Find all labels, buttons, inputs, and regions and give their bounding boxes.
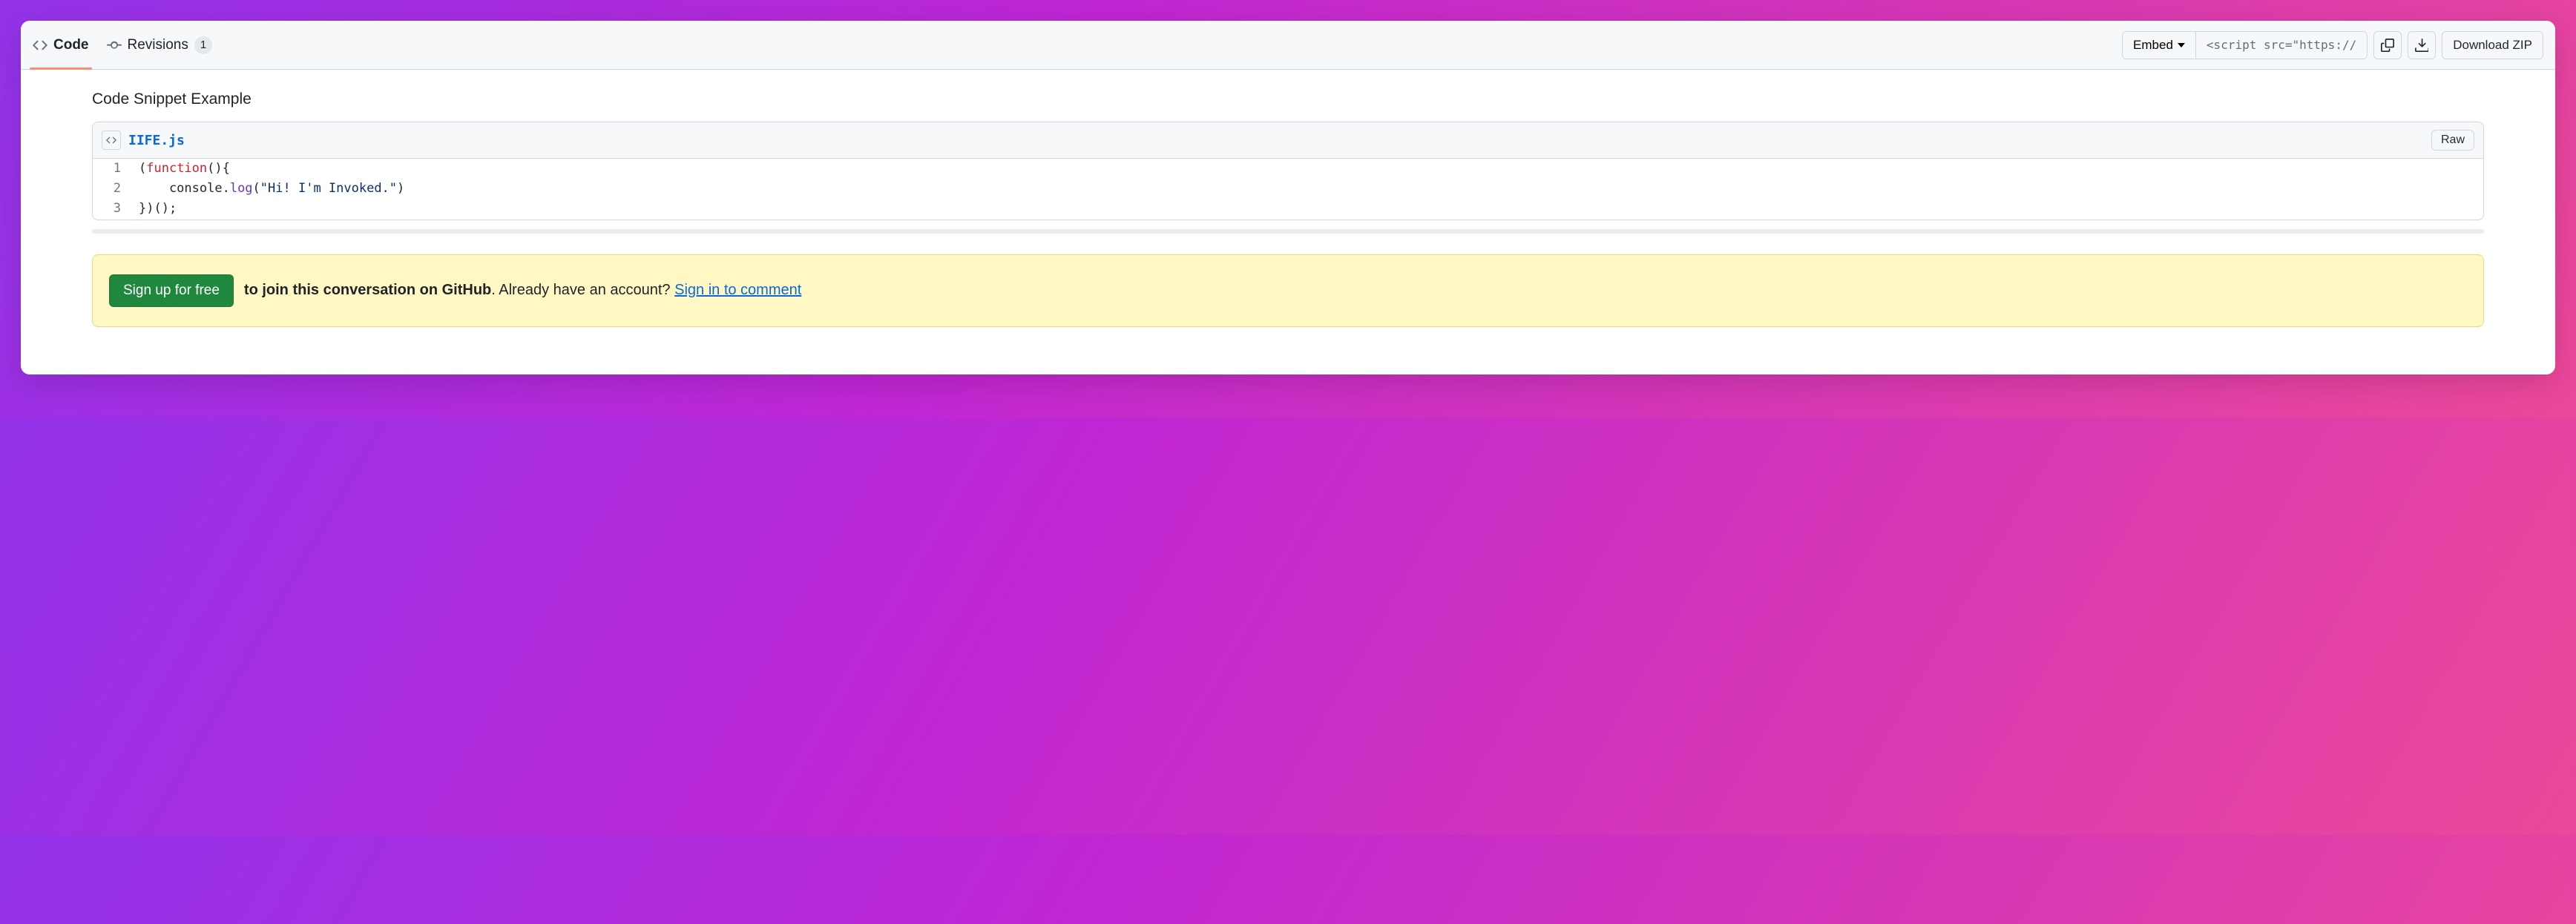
embed-group: Embed <script src="https:// [2122, 31, 2368, 59]
line-content[interactable]: console.log("Hi! I'm Invoked.") [131, 179, 2483, 199]
copy-icon [2381, 39, 2394, 52]
line-number: 3 [93, 199, 131, 219]
line-content[interactable]: (function(){ [131, 159, 2483, 179]
raw-button[interactable]: Raw [2431, 130, 2474, 151]
code-line: 3 })(); [93, 199, 2483, 219]
desktop-download-button[interactable] [2408, 31, 2436, 59]
line-number: 2 [93, 179, 131, 199]
signup-banner: Sign up for free to join this conversati… [92, 254, 2484, 327]
content-area: Code Snippet Example IIFE.js Raw 1 (func… [21, 70, 2555, 374]
filename-link[interactable]: IIFE.js [128, 133, 185, 148]
tab-code-label: Code [53, 37, 89, 53]
divider [92, 229, 2484, 234]
copy-button[interactable] [2373, 31, 2402, 59]
file-code-icon [102, 131, 121, 150]
banner-bold: to join this conversation on GitHub [244, 282, 491, 298]
file-box: IIFE.js Raw 1 (function(){ 2 console.log… [92, 122, 2484, 220]
signin-link[interactable]: Sign in to comment [674, 282, 801, 298]
toolbar: Embed <script src="https:// Download ZIP [2122, 31, 2543, 59]
code-icon [33, 38, 47, 53]
download-zip-label: Download ZIP [2453, 38, 2532, 53]
download-zip-button[interactable]: Download ZIP [2442, 31, 2543, 59]
embed-dropdown-button[interactable]: Embed [2123, 32, 2196, 59]
code-table: 1 (function(){ 2 console.log("Hi! I'm In… [93, 159, 2483, 220]
gist-description: Code Snippet Example [92, 90, 2484, 108]
embed-label: Embed [2133, 38, 2173, 53]
file-header: IIFE.js Raw [93, 122, 2483, 159]
signup-button[interactable]: Sign up for free [109, 274, 234, 307]
code-line: 2 console.log("Hi! I'm Invoked.") [93, 179, 2483, 199]
embed-script-field[interactable]: <script src="https:// [2196, 32, 2367, 59]
tab-code[interactable]: Code [33, 21, 89, 69]
revisions-count-badge: 1 [194, 36, 212, 54]
tab-revisions-label: Revisions [128, 37, 188, 53]
line-content[interactable]: })(); [131, 199, 2483, 219]
commit-icon [107, 38, 122, 53]
banner-plain: . Already have an account? [491, 282, 674, 298]
caret-down-icon [2178, 42, 2185, 49]
top-bar: Code Revisions 1 Embed <script src="http… [21, 21, 2555, 70]
banner-text: to join this conversation on GitHub. Alr… [244, 282, 801, 299]
desktop-download-icon [2415, 39, 2428, 52]
filename-wrap: IIFE.js [102, 131, 185, 150]
line-number: 1 [93, 159, 131, 179]
tab-revisions[interactable]: Revisions 1 [107, 21, 213, 69]
code-line: 1 (function(){ [93, 159, 2483, 179]
gist-window: Code Revisions 1 Embed <script src="http… [21, 21, 2555, 374]
tab-list: Code Revisions 1 [33, 21, 212, 69]
